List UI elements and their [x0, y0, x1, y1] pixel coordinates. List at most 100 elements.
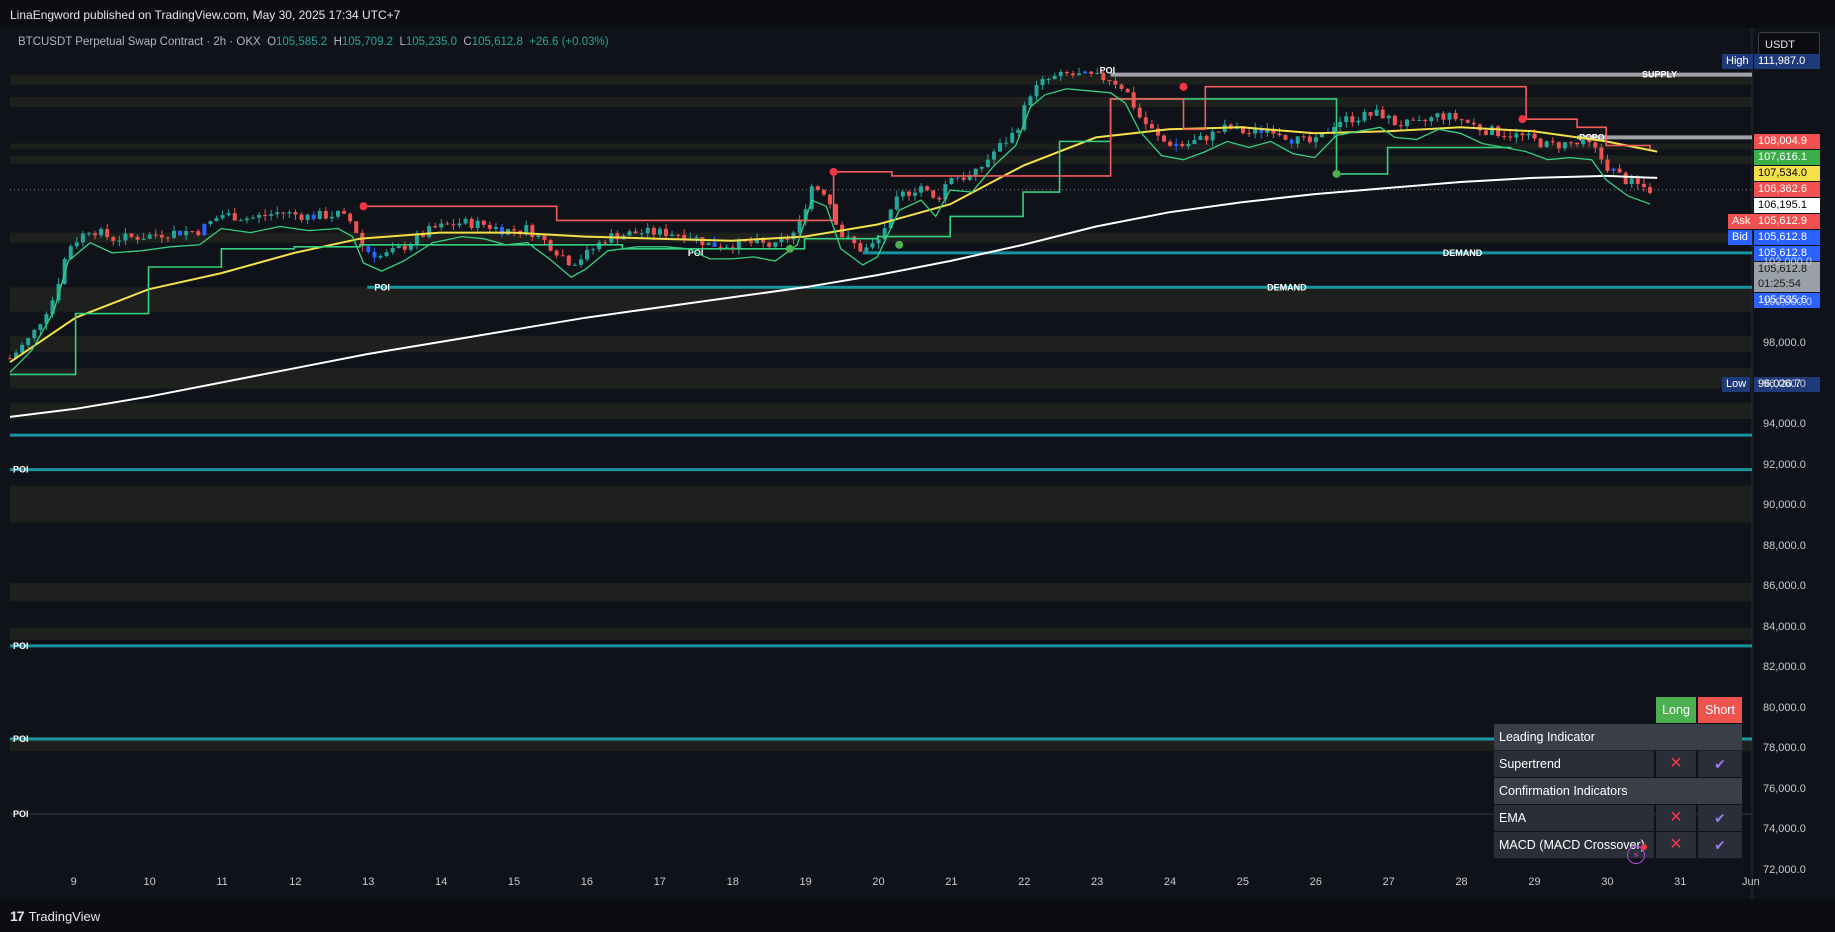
tradingview-brand[interactable]: 17 TradingView	[10, 908, 100, 924]
candle-body	[1599, 147, 1604, 160]
notification-dot	[1641, 844, 1647, 850]
candle-body	[1398, 125, 1403, 127]
candle-body	[469, 218, 474, 228]
candle-body	[481, 220, 486, 225]
candle-body	[80, 233, 85, 243]
time-tick: 26	[1309, 876, 1322, 888]
zone-band	[10, 583, 1752, 602]
short-signal-dot	[359, 202, 368, 211]
cross-icon: ✕	[1656, 805, 1696, 831]
candle-body	[196, 231, 201, 236]
candle-body	[226, 213, 231, 216]
candle-body	[961, 177, 966, 180]
symbol-title[interactable]: BTCUSDT Perpetual Swap Contract · 2h · O…	[18, 36, 261, 48]
candle-body	[74, 242, 79, 247]
price-tick: 102,000.0	[1763, 255, 1812, 268]
candle-body	[1180, 144, 1185, 147]
candle-body	[311, 214, 316, 220]
candle-body	[202, 224, 207, 236]
candle-body	[1143, 117, 1148, 125]
candle-body	[706, 242, 711, 246]
candle-body	[1635, 178, 1640, 184]
section-label: Leading Indicator	[1494, 724, 1742, 750]
candle-body	[919, 186, 924, 193]
candle-body	[1046, 78, 1051, 80]
candle-body	[1052, 75, 1057, 79]
candle-body	[147, 234, 152, 239]
candle-body	[354, 221, 359, 233]
open-value: 105,585.2	[276, 36, 328, 48]
candle-body	[512, 229, 517, 231]
candle-body	[414, 234, 419, 245]
candle-body	[1010, 132, 1015, 143]
candle-body	[1028, 96, 1033, 106]
candle-body	[1338, 122, 1343, 127]
zone-band	[10, 627, 1752, 640]
candle-body	[1581, 139, 1586, 145]
candle-body	[779, 238, 784, 243]
candle-body	[323, 210, 328, 219]
candle-body	[566, 255, 571, 266]
candle-body	[238, 220, 243, 222]
table-section-row: Confirmation Indicators	[1494, 778, 1744, 805]
candle-body	[998, 142, 1003, 152]
time-tick: 16	[580, 876, 594, 888]
candle-body	[1447, 113, 1452, 120]
candle-body	[1568, 142, 1573, 144]
candle-body	[700, 237, 705, 246]
cross-icon: ✕	[1656, 751, 1696, 777]
candle-body	[749, 241, 754, 243]
candle-body	[493, 226, 498, 229]
time-tick: 30	[1601, 876, 1614, 888]
candle-body	[1411, 119, 1416, 121]
candle-body	[560, 255, 565, 257]
candle-body	[913, 192, 918, 196]
time-tick: 23	[1091, 876, 1104, 888]
candle-body	[93, 233, 98, 236]
price-tick: 76,000.0	[1763, 782, 1806, 795]
candle-body	[1283, 135, 1288, 140]
candle-body	[1034, 85, 1039, 97]
candle-body	[105, 228, 110, 238]
candle-body	[1362, 112, 1367, 121]
candle-body	[1277, 133, 1282, 136]
candle-body	[1040, 79, 1045, 86]
high-value: 105,709.2	[341, 36, 394, 48]
price-label: 107,534.0	[1754, 166, 1820, 182]
candle-body	[250, 217, 255, 219]
brand-name: TradingView	[28, 908, 101, 924]
candle-body	[1611, 168, 1616, 171]
zone-band	[10, 155, 1752, 164]
candle-body	[1605, 159, 1610, 171]
time-tick: 18	[726, 876, 739, 888]
currency-button[interactable]: USDT	[1758, 32, 1820, 56]
candle-body	[985, 159, 990, 168]
candle-body	[1216, 131, 1221, 133]
time-tick: 22	[1018, 876, 1031, 888]
candle-body	[1058, 71, 1063, 76]
candle-body	[773, 242, 778, 247]
high-label: H	[333, 36, 342, 48]
candle-body	[937, 197, 942, 200]
zone-label: POI	[13, 809, 29, 819]
candle-body	[1441, 113, 1446, 120]
candle-body	[117, 240, 122, 242]
candle-body	[1417, 119, 1422, 121]
candle-body	[894, 196, 899, 210]
candle-body	[1550, 141, 1555, 143]
check-icon: ✔	[1698, 751, 1742, 777]
price-tick: 78,000.0	[1763, 742, 1806, 755]
candle-body	[797, 219, 802, 233]
time-tick: 12	[289, 876, 302, 888]
candle-body	[1593, 142, 1598, 148]
zone-band	[10, 402, 1752, 419]
candle-body	[86, 233, 91, 235]
short-header: Short	[1698, 697, 1742, 723]
candle-body	[785, 238, 790, 240]
candle-body	[1423, 119, 1428, 122]
cross-icon: ✕	[1656, 832, 1696, 858]
alert-bolt-icon[interactable]: ⚡	[1627, 844, 1647, 864]
candle-body	[821, 189, 826, 195]
candle-body	[1556, 142, 1561, 149]
candle-body	[651, 227, 656, 235]
